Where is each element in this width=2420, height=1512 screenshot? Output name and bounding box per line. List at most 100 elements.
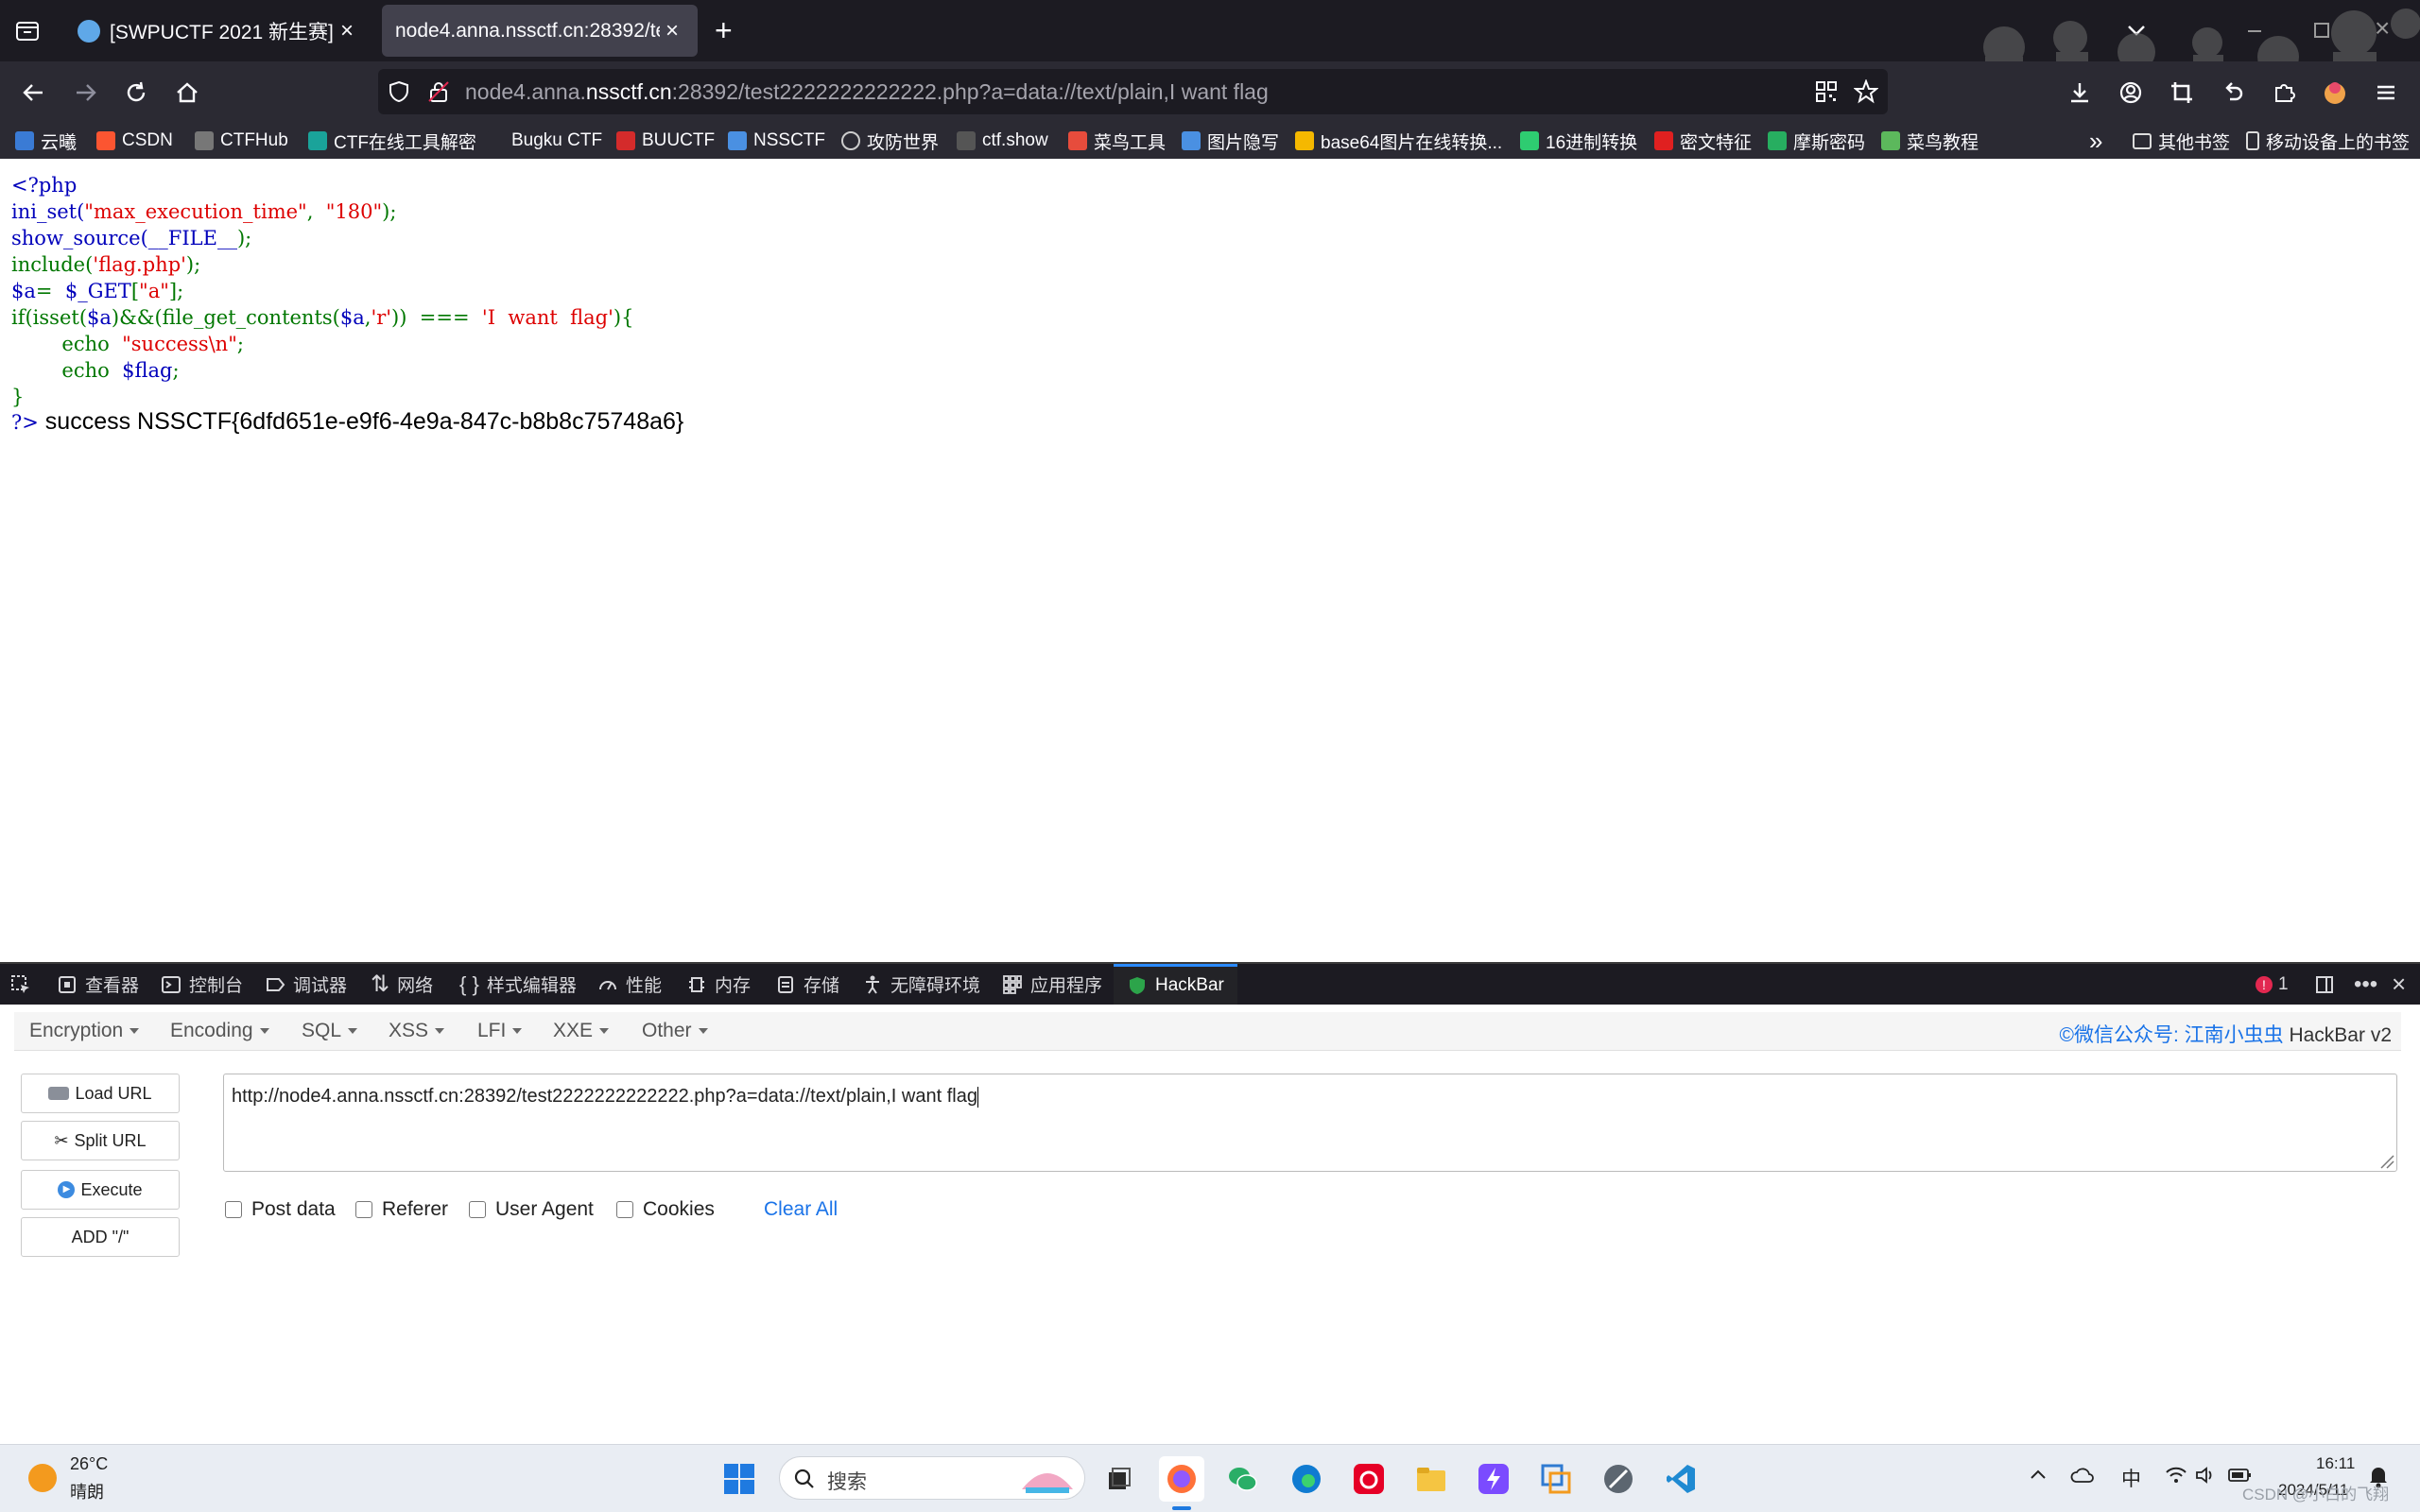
undo-arrow-icon[interactable]	[2214, 74, 2252, 112]
more-bookmarks-chevron-icon[interactable]: »	[2089, 127, 2102, 155]
bookmark-hex[interactable]: 16进制转换	[1520, 127, 1637, 155]
bookmark-ctfhub[interactable]: CTFHub	[195, 127, 288, 155]
menu-encoding[interactable]: Encoding	[170, 1020, 269, 1042]
other-bookmarks-folder[interactable]: 其他书签	[2133, 127, 2230, 155]
tab-application[interactable]: 应用程序	[1002, 964, 1102, 1005]
close-tab-icon[interactable]: ×	[335, 18, 359, 44]
dock-side-icon[interactable]	[2314, 964, 2335, 1005]
reload-icon[interactable]	[117, 74, 155, 112]
user-agent-option[interactable]: User Agent	[469, 1195, 594, 1224]
address-bar[interactable]: node4.anna.nssctf.cn:28392/test222222222…	[378, 69, 1888, 114]
bookmark-ctfshow[interactable]: ctf.show	[957, 127, 1048, 155]
tab-debugger[interactable]: 调试器	[265, 964, 347, 1005]
bookmark-cipher-features[interactable]: 密文特征	[1654, 127, 1752, 155]
wechat-icon[interactable]	[1219, 1456, 1265, 1502]
input-method-indicator[interactable]: 中	[2121, 1464, 2141, 1492]
onedrive-cloud-icon[interactable]	[2070, 1466, 2095, 1485]
qr-code-icon[interactable]	[1815, 80, 1838, 103]
taskbar-search-box[interactable]: 搜索	[779, 1456, 1085, 1500]
new-tab-button[interactable]: +	[715, 15, 733, 45]
extension-avatar-icon[interactable]	[2316, 74, 2354, 112]
tab-memory[interactable]: 内存	[686, 964, 751, 1005]
tab-network[interactable]: ⇅ 网络	[371, 964, 433, 1005]
extensions-puzzle-icon[interactable]	[2265, 74, 2303, 112]
home-icon[interactable]	[168, 74, 206, 112]
netease-music-icon[interactable]	[1346, 1456, 1392, 1502]
tab-hackbar[interactable]: HackBar	[1114, 964, 1237, 1005]
execute-button[interactable]: ▶ Execute	[21, 1170, 180, 1210]
menu-hamburger-icon[interactable]	[2367, 74, 2405, 112]
tab-performance[interactable]: 性能	[597, 964, 662, 1005]
shield-icon[interactable]	[388, 80, 410, 103]
insecure-connection-lock-icon[interactable]	[427, 80, 450, 103]
load-url-button[interactable]: Load URL	[21, 1074, 180, 1113]
referer-option[interactable]: Referer	[355, 1195, 448, 1224]
close-devtools-icon[interactable]: ×	[2392, 964, 2406, 1005]
bookmark-star-icon[interactable]	[1854, 79, 1878, 104]
account-icon[interactable]	[2112, 74, 2150, 112]
more-options-icon[interactable]: •••	[2354, 964, 2377, 1005]
browser-tab-active[interactable]: node4.anna.nssctf.cn:28392/test222222222…	[382, 5, 698, 57]
bookmark-buuctf[interactable]: BUUCTF	[616, 127, 715, 155]
weather-temperature[interactable]: 26°C	[70, 1454, 108, 1474]
bookmark-morse[interactable]: 摩斯密码	[1768, 127, 1865, 155]
forward-arrow-icon[interactable]	[66, 74, 104, 112]
error-count-badge[interactable]: ! 1	[2256, 964, 2289, 1005]
user-agent-checkbox[interactable]	[469, 1201, 486, 1218]
clock-time[interactable]: 16:11	[2316, 1454, 2355, 1473]
menu-sql[interactable]: SQL	[302, 1020, 358, 1042]
brand-link[interactable]: ©微信公众号: 江南小虫虫	[2059, 1024, 2283, 1046]
sun-weather-icon[interactable]	[28, 1464, 57, 1492]
windows-start-icon[interactable]	[717, 1456, 762, 1502]
tab-storage[interactable]: 存储	[775, 964, 839, 1005]
referer-checkbox[interactable]	[355, 1201, 372, 1218]
add-slash-button[interactable]: ADD "/"	[21, 1217, 180, 1257]
split-url-button[interactable]: ✂ Split URL	[21, 1121, 180, 1160]
post-data-option[interactable]: Post data	[225, 1195, 336, 1224]
bookmark-base64-image[interactable]: base64图片在线转换...	[1295, 127, 1502, 155]
menu-other[interactable]: Other	[642, 1020, 708, 1042]
back-arrow-icon[interactable]	[15, 74, 53, 112]
browser-tab-swpuctf[interactable]: [SWPUCTF 2021 新生赛]PseudoCode ×	[64, 5, 372, 57]
power-automate-icon[interactable]	[1471, 1456, 1516, 1502]
bookmark-runoob-tools[interactable]: 菜鸟工具	[1068, 127, 1166, 155]
bookmark-gongfang[interactable]: 攻防世界	[841, 127, 939, 155]
task-view-icon[interactable]	[1097, 1456, 1142, 1502]
wifi-icon[interactable]	[2165, 1466, 2187, 1485]
show-hidden-icons-chevron-up-icon[interactable]	[2029, 1466, 2048, 1485]
post-data-checkbox[interactable]	[225, 1201, 242, 1218]
tab-accessibility[interactable]: 无障碍环境	[862, 964, 980, 1005]
tab-style-editor[interactable]: { } 样式编辑器	[459, 964, 577, 1005]
element-picker-icon[interactable]	[9, 964, 32, 1005]
tool-app-icon[interactable]	[1596, 1456, 1641, 1502]
bookmark-runoob[interactable]: 菜鸟教程	[1881, 127, 1979, 155]
file-explorer-icon[interactable]	[1409, 1456, 1454, 1502]
bookmark-csdn[interactable]: CSDN	[96, 127, 173, 155]
edge-icon[interactable]	[1284, 1456, 1329, 1502]
weather-description[interactable]: 晴朗	[70, 1479, 104, 1503]
menu-lfi[interactable]: LFI	[477, 1020, 523, 1042]
bookmark-ctf-tools[interactable]: CTF在线工具解密	[308, 127, 476, 155]
tab-console[interactable]: 控制台	[161, 964, 243, 1005]
volume-icon[interactable]	[2195, 1466, 2216, 1485]
bookmark-yunxi[interactable]: 云曦	[15, 127, 77, 155]
tab-inspector[interactable]: 查看器	[57, 964, 139, 1005]
cookies-checkbox[interactable]	[616, 1201, 633, 1218]
resize-handle-icon[interactable]	[2377, 1152, 2394, 1169]
clear-all-link[interactable]: Clear All	[764, 1195, 838, 1224]
tab-overview-icon[interactable]	[13, 17, 42, 45]
hackbar-url-textarea[interactable]: http://node4.anna.nssctf.cn:28392/test22…	[223, 1074, 2397, 1172]
close-tab-icon[interactable]: ×	[660, 18, 684, 44]
menu-xss[interactable]: XSS	[389, 1020, 445, 1042]
menu-encryption[interactable]: Encryption	[29, 1020, 140, 1042]
bookmark-stego[interactable]: 图片隐写	[1182, 127, 1279, 155]
vscode-icon[interactable]	[1658, 1456, 1703, 1502]
url-text[interactable]: node4.anna.nssctf.cn:28392/test222222222…	[465, 79, 1269, 105]
firefox-icon[interactable]	[1159, 1456, 1204, 1502]
cookies-option[interactable]: Cookies	[616, 1195, 715, 1224]
bookmark-nssctf[interactable]: NSSCTF	[728, 127, 825, 155]
screenshot-crop-icon[interactable]	[2163, 74, 2201, 112]
mobile-bookmarks-folder[interactable]: 移动设备上的书签	[2246, 127, 2410, 155]
bookmark-bugku[interactable]: Bugku CTF	[486, 127, 602, 155]
virtualbox-icon[interactable]	[1533, 1456, 1579, 1502]
